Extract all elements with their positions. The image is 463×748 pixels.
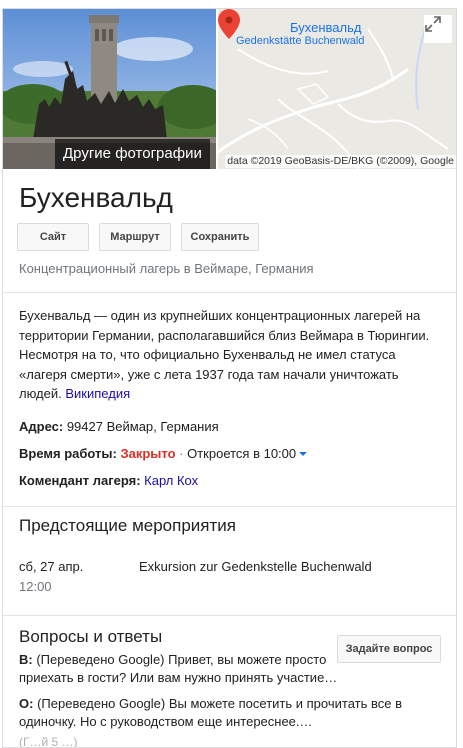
ask-question-button[interactable]: Задайте вопрос	[337, 635, 441, 663]
hours-label: Время работы:	[19, 446, 117, 461]
answer[interactable]: О: (Переведено Google) Вы можете посетит…	[19, 695, 439, 731]
question[interactable]: В: (Переведено Google) Привет, вы можете…	[19, 651, 339, 687]
hours-next: Откроется в 10:00	[187, 446, 297, 461]
hero-media: Другие фотографии Бухенвальд Gedenkstätt…	[3, 9, 456, 169]
map-thumbnail[interactable]: Бухенвальд Gedenkstätte Buchenwald data …	[218, 9, 456, 169]
place-title: Бухенвальд	[19, 182, 173, 213]
expand-map-button[interactable]	[424, 15, 452, 43]
photo-thumbnail[interactable]: Другие фотографии	[3, 9, 216, 169]
divider	[3, 615, 456, 616]
hours-dropdown[interactable]: Откроется в 10:00	[187, 446, 308, 461]
wikipedia-link[interactable]: Википедия	[65, 386, 130, 401]
place-category: Концентрационный лагерь в Веймаре, Герма…	[19, 261, 314, 276]
address-row: Адрес: 99427 Веймар, Германия	[19, 418, 219, 436]
knowledge-panel: Другие фотографии Бухенвальд Gedenkstätt…	[2, 8, 457, 748]
question-prefix: В:	[19, 652, 33, 667]
address-label: Адрес:	[19, 419, 64, 434]
answer-text: (Переведено Google) Вы можете посетить и…	[19, 696, 402, 729]
qa-heading: Вопросы и ответы	[19, 627, 163, 646]
map-pin-icon[interactable]	[218, 9, 240, 39]
answer-prefix: О:	[19, 696, 34, 711]
more-photos-button[interactable]: Другие фотографии	[55, 139, 210, 169]
expand-icon	[425, 16, 441, 32]
hours-row: Время работы: Закрыто · Откроется в 10:0…	[19, 445, 308, 463]
divider	[3, 506, 456, 507]
event-date: сб, 27 апр.	[19, 559, 84, 574]
event-time: 12:00	[19, 579, 52, 594]
directions-button[interactable]: Маршрут	[99, 223, 171, 251]
divider	[3, 292, 456, 293]
website-button[interactable]: Сайт	[17, 223, 89, 251]
commandant-row: Комендант лагеря: Карл Кох	[19, 472, 198, 490]
address-value: 99427 Веймар, Германия	[66, 419, 219, 434]
commandant-label: Комендант лагеря:	[19, 473, 141, 488]
question-text: (Переведено Google) Привет, вы можете пр…	[19, 652, 338, 685]
save-button[interactable]: Сохранить	[181, 223, 259, 251]
map-place-sublabel: Gedenkstätte Buchenwald	[236, 35, 365, 47]
commandant-link[interactable]: Карл Кох	[144, 473, 198, 488]
map-place-label: Бухенвальд	[290, 20, 362, 35]
description: Бухенвальд — один из крупнейших концентр…	[19, 306, 439, 404]
chevron-down-icon	[299, 451, 308, 456]
events-heading: Предстоящие мероприятия	[19, 516, 236, 535]
hours-separator: ·	[179, 446, 184, 461]
hours-status: Закрыто	[120, 446, 176, 461]
event-title[interactable]: Exkursion zur Gedenkstelle Buchenwald	[139, 559, 372, 574]
map-attribution: data ©2019 GeoBasis-DE/BKG (©2009), Goog…	[225, 155, 456, 168]
